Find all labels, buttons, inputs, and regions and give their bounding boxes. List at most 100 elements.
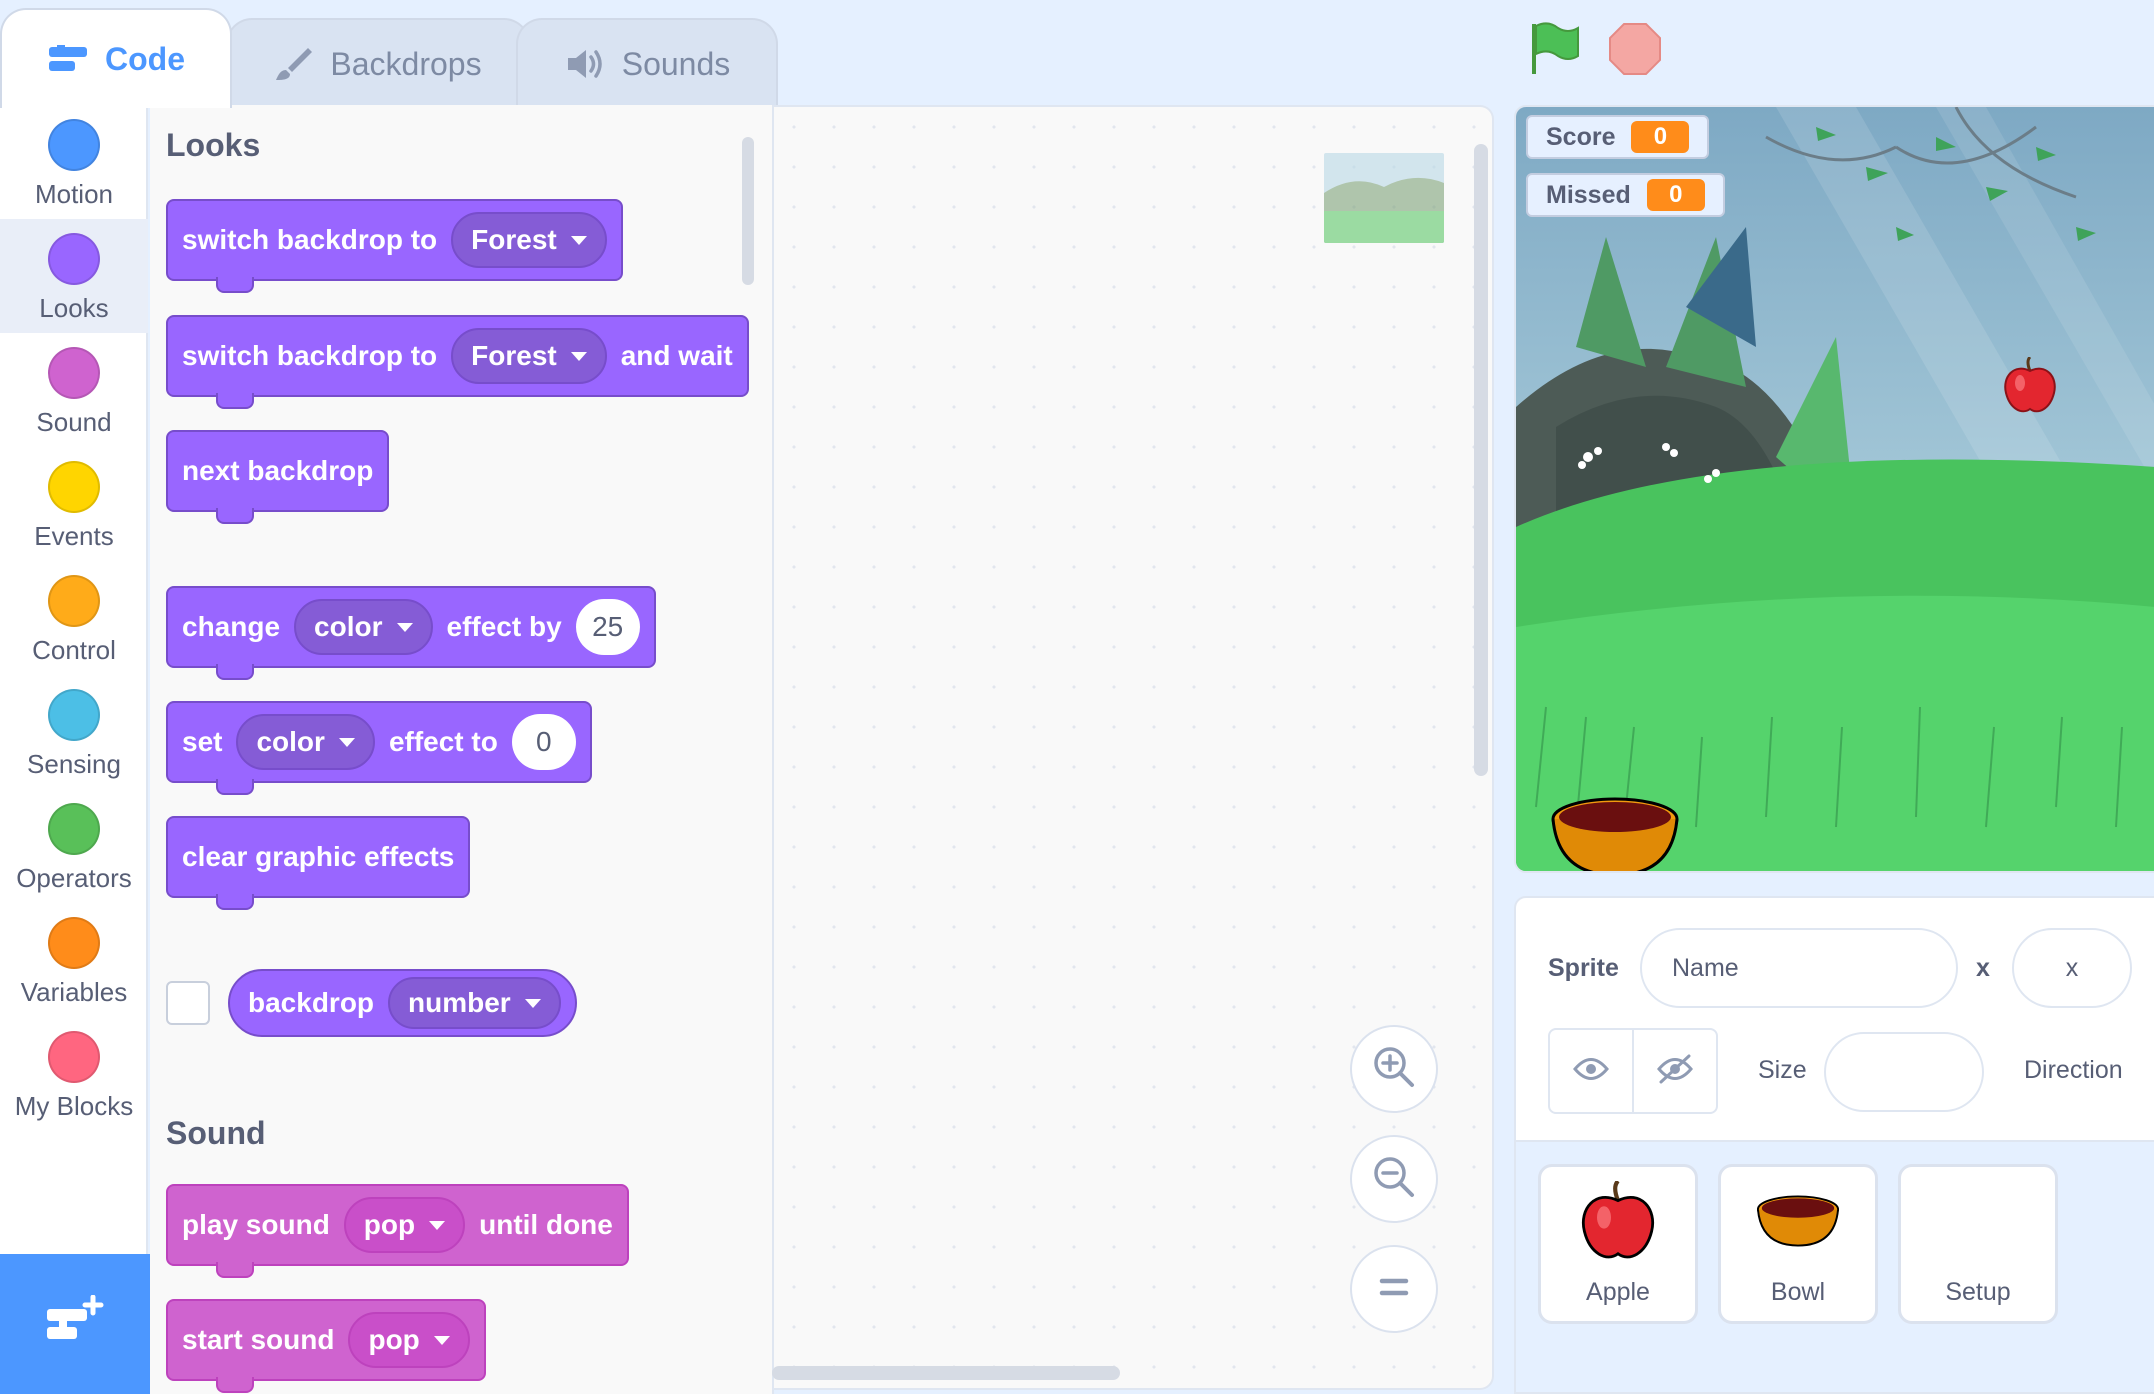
- current-target-thumbnail: [1324, 153, 1444, 243]
- backdrop-monitor-checkbox[interactable]: [166, 981, 210, 1025]
- x-position-input[interactable]: x: [2012, 928, 2132, 1008]
- apple-icon: [1581, 1181, 1655, 1259]
- category-label: Sensing: [27, 749, 121, 779]
- category-label: Operators: [16, 863, 132, 893]
- sound-dropdown[interactable]: pop: [348, 1312, 470, 1368]
- category-label: Looks: [39, 293, 109, 323]
- bowl-sprite[interactable]: [1550, 795, 1680, 873]
- block-text-suffix: until done: [479, 1209, 613, 1240]
- operators-dot-icon: [48, 803, 100, 855]
- reporter-backdrop[interactable]: backdrop number: [228, 969, 577, 1037]
- block-next-backdrop[interactable]: next backdrop: [166, 430, 390, 524]
- events-dot-icon: [48, 461, 100, 513]
- category-operators[interactable]: Operators: [0, 789, 148, 903]
- green-flag-button[interactable]: [1524, 18, 1584, 83]
- block-text: start sound: [182, 1324, 335, 1355]
- sound-dropdown[interactable]: pop: [343, 1197, 466, 1253]
- dropdown-value: number: [408, 987, 511, 1018]
- workspace-vertical-scrollbar[interactable]: [1474, 144, 1488, 776]
- sensing-dot-icon: [48, 689, 100, 741]
- effect-dropdown[interactable]: color: [294, 599, 433, 655]
- dropdown-caret-icon: [570, 235, 587, 245]
- block-set-effect[interactable]: set color effect to 0: [166, 701, 592, 795]
- block-palette: Looks switch backdrop to Forest switch b…: [150, 105, 774, 1394]
- visibility-toggle: [1548, 1028, 1718, 1114]
- category-my-blocks[interactable]: My Blocks: [0, 1017, 148, 1131]
- category-events[interactable]: Events: [0, 447, 148, 561]
- apple-sprite[interactable]: [2000, 357, 2060, 417]
- number-input[interactable]: 25: [575, 599, 640, 655]
- tab-backdrops[interactable]: Backdrops: [226, 18, 530, 108]
- block-text: set: [182, 726, 223, 757]
- green-flag-icon: [1524, 22, 1584, 82]
- block-text: backdrop: [248, 987, 375, 1018]
- variables-dot-icon: [48, 917, 100, 969]
- effect-dropdown[interactable]: color: [236, 714, 375, 770]
- add-extension-button[interactable]: [0, 1254, 150, 1394]
- category-label: My Blocks: [14, 1091, 134, 1121]
- control-dot-icon: [48, 575, 100, 627]
- size-input[interactable]: [1824, 1032, 1984, 1112]
- backdrop-dropdown[interactable]: Forest: [451, 328, 607, 384]
- monitor-label: Missed: [1546, 180, 1631, 209]
- sprite-name-input[interactable]: Name: [1640, 928, 1958, 1008]
- category-sound[interactable]: Sound: [0, 333, 148, 447]
- block-clear-graphic-effects[interactable]: clear graphic effects: [166, 816, 471, 910]
- block-text-suffix: and wait: [620, 340, 733, 371]
- show-sprite-button[interactable]: [1550, 1030, 1632, 1112]
- category-looks[interactable]: Looks: [0, 219, 148, 333]
- monitor-label: Score: [1546, 122, 1616, 151]
- tab-code[interactable]: Code: [0, 8, 232, 108]
- tab-sounds-label: Sounds: [621, 45, 731, 82]
- zoom-reset-button[interactable]: [1350, 1245, 1438, 1333]
- number-input[interactable]: 0: [511, 714, 576, 770]
- zoom-in-button[interactable]: [1350, 1025, 1438, 1113]
- paintbrush-icon: [274, 44, 314, 84]
- forest-backdrop: [1516, 107, 2154, 871]
- category-control[interactable]: Control: [0, 561, 148, 675]
- dropdown-caret-icon: [433, 1335, 450, 1345]
- bowl-icon: [1756, 1195, 1840, 1247]
- missed-monitor[interactable]: Missed 0: [1526, 173, 1725, 217]
- block-play-sound-until-done[interactable]: play sound pop until done: [166, 1184, 629, 1278]
- stage-canvas[interactable]: Score 0 Missed 0: [1514, 105, 2154, 873]
- sprite-tile-apple[interactable]: Apple: [1538, 1164, 1698, 1324]
- backdrop-dropdown[interactable]: Forest: [451, 212, 607, 268]
- sprite-name-placeholder: Name: [1672, 953, 1739, 982]
- palette-scrollbar[interactable]: [742, 137, 754, 285]
- workspace-horizontal-scrollbar[interactable]: [772, 1366, 1120, 1380]
- palette-heading-looks: Looks: [166, 127, 261, 163]
- block-change-effect[interactable]: change color effect by 25: [166, 586, 656, 680]
- block-start-sound[interactable]: start sound pop: [166, 1299, 486, 1393]
- category-label: Events: [34, 521, 114, 551]
- sprite-tile-label: Bowl: [1770, 1278, 1826, 1306]
- stop-button[interactable]: [1608, 22, 1662, 81]
- sprite-tile-bowl[interactable]: Bowl: [1718, 1164, 1878, 1324]
- direction-label: Direction: [2024, 1056, 2123, 1084]
- category-menu: Motion Looks Sound Events Control Sensin…: [0, 105, 148, 1394]
- sprite-tile-label: Apple: [1586, 1278, 1650, 1306]
- stop-icon: [1608, 23, 1662, 80]
- backdrop-attribute-dropdown[interactable]: number: [388, 977, 561, 1029]
- code-icon: [47, 43, 89, 75]
- palette-heading-sound: Sound: [166, 1115, 266, 1151]
- zoom-out-button[interactable]: [1350, 1135, 1438, 1223]
- score-monitor[interactable]: Score 0: [1526, 115, 1710, 159]
- dropdown-value: Forest: [471, 224, 557, 255]
- block-text: clear graphic effects: [182, 841, 455, 872]
- category-variables[interactable]: Variables: [0, 903, 148, 1017]
- tab-sounds[interactable]: Sounds: [516, 18, 778, 108]
- tab-backdrops-label: Backdrops: [330, 45, 482, 82]
- sprite-tile-setup[interactable]: Setup: [1898, 1164, 2058, 1324]
- category-label: Motion: [34, 179, 114, 209]
- hide-sprite-button[interactable]: [1632, 1030, 1716, 1112]
- x-label: x: [1976, 954, 1990, 982]
- category-sensing[interactable]: Sensing: [0, 675, 148, 789]
- block-switch-backdrop-and-wait[interactable]: switch backdrop to Forest and wait: [166, 315, 749, 409]
- block-text: change: [182, 611, 281, 642]
- block-switch-backdrop[interactable]: switch backdrop to Forest: [166, 199, 623, 293]
- dropdown-caret-icon: [338, 737, 355, 747]
- block-text-mid: effect by: [446, 611, 562, 642]
- block-text: switch backdrop to: [182, 224, 438, 255]
- category-motion[interactable]: Motion: [0, 105, 148, 219]
